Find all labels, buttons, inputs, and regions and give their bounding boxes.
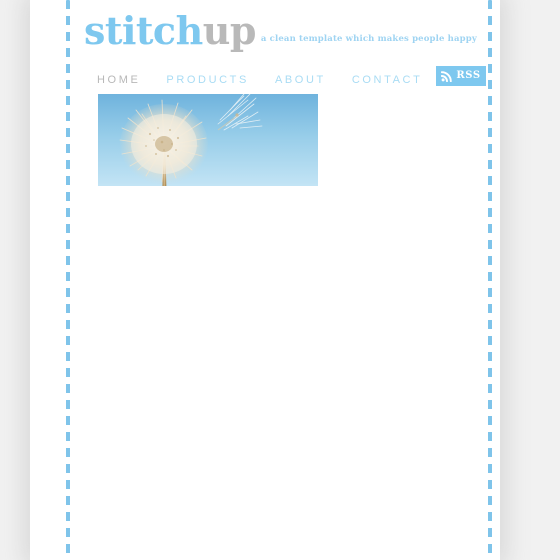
stitched-border-left xyxy=(66,0,70,560)
site-logo[interactable]: stitchup xyxy=(84,8,256,54)
hero-image xyxy=(98,94,318,186)
rss-button-label: RSS xyxy=(456,70,481,81)
logo-text-primary: stitch xyxy=(84,8,203,53)
site-tagline: a clean template which makes people happ… xyxy=(260,34,477,44)
logo-text-secondary: up xyxy=(202,8,257,53)
rss-feed-icon xyxy=(441,71,453,82)
nav-item-home[interactable]: HOME xyxy=(97,72,140,88)
page-root: stitchup a clean template which makes peo… xyxy=(0,0,560,560)
rss-button[interactable]: RSS xyxy=(436,66,486,86)
nav-item-about[interactable]: ABOUT xyxy=(275,72,326,88)
nav-item-products[interactable]: PRODUCTS xyxy=(166,72,249,88)
content-column: stitchup a clean template which makes peo… xyxy=(84,0,486,560)
primary-navigation: HOME PRODUCTS ABOUT CONTACT xyxy=(97,70,448,86)
dandelion-photo xyxy=(98,94,318,186)
nav-item-contact[interactable]: CONTACT xyxy=(352,72,423,88)
branding: stitchup a clean template which makes peo… xyxy=(84,8,477,54)
stitched-border-right xyxy=(488,0,492,560)
